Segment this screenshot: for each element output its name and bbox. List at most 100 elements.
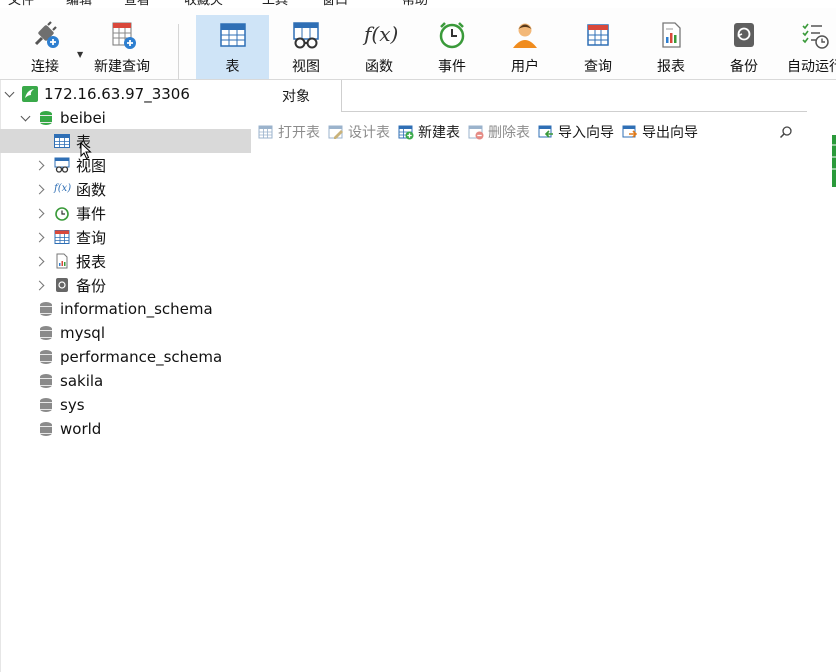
toolbar-separator [178, 24, 179, 80]
chevron-right-icon[interactable] [36, 159, 48, 171]
automation-checklist-icon [800, 20, 830, 50]
chevron-down-icon[interactable] [4, 88, 16, 100]
connect-dropdown-icon[interactable]: ▼ [77, 50, 83, 59]
tree-item-label: 事件 [76, 204, 107, 223]
tree-item-backups[interactable]: 备份 [36, 273, 106, 297]
tab-objects[interactable]: 对象 [251, 80, 342, 112]
chevron-right-icon[interactable] [36, 231, 48, 243]
menu-bar: 文件 编辑 查看 收藏夹 工具 窗口 帮助 [0, 0, 836, 8]
database-name: world [60, 420, 102, 438]
chevron-down-icon[interactable] [20, 112, 32, 124]
side-panel-handle-icon [832, 135, 836, 187]
database-name: beibei [60, 109, 106, 127]
object-tab-bar: 对象 [251, 80, 807, 112]
new-table-icon [398, 124, 414, 140]
function-fx-icon: f(x) [54, 181, 72, 197]
alarm-clock-icon [54, 205, 70, 221]
view-glasses-icon [291, 20, 321, 50]
new-table-label: 新建表 [418, 125, 460, 141]
object-toolbar: 打开表 设计表 新建表 删除表 导入向导 导出向导 [258, 120, 706, 144]
chevron-right-icon[interactable] [36, 183, 48, 195]
backup-icon [54, 277, 70, 293]
tree-item-label: 报表 [76, 252, 107, 271]
database-name: mysql [60, 324, 105, 342]
tree-db-world[interactable]: world [38, 417, 101, 441]
database-name: performance_schema [60, 348, 223, 366]
delete-table-label: 删除表 [488, 125, 530, 141]
function-fx-glyph: f(x) [54, 183, 72, 194]
export-wizard-label: 导出向导 [642, 125, 698, 141]
chevron-right-icon[interactable] [36, 279, 48, 291]
event-label: 事件 [438, 59, 466, 75]
menu-tools[interactable]: 工具 [262, 0, 288, 8]
view-label: 视图 [292, 59, 320, 75]
database-name: information_schema [60, 300, 213, 318]
connect-button[interactable]: 连接 [22, 15, 68, 79]
view-button[interactable]: 视图 [270, 15, 342, 79]
database-name: sys [60, 396, 85, 414]
menu-window[interactable]: 窗口 [322, 0, 348, 8]
database-icon [38, 373, 54, 389]
menu-edit[interactable]: 编辑 [66, 0, 92, 8]
design-table-button[interactable]: 设计表 [328, 122, 390, 142]
tree-item-views[interactable]: 视图 [36, 153, 106, 177]
new-query-icon [107, 20, 137, 50]
export-wizard-icon [622, 124, 638, 140]
backup-button[interactable]: 备份 [708, 15, 780, 79]
tree-db-mysql[interactable]: mysql [38, 321, 105, 345]
search-icon[interactable] [779, 125, 793, 139]
automation-button[interactable]: 自动运行 [781, 15, 836, 79]
connection-plug-icon [30, 20, 60, 50]
tree-item-tables[interactable]: 表 [0, 129, 251, 153]
user-icon [510, 20, 540, 50]
open-table-button[interactable]: 打开表 [258, 122, 320, 142]
tree-item-queries[interactable]: 查询 [36, 225, 106, 249]
database-icon [38, 325, 54, 341]
report-label: 报表 [657, 59, 685, 75]
database-icon [38, 110, 54, 126]
function-button[interactable]: f(x) 函数 [343, 15, 415, 79]
tree-db-sys[interactable]: sys [38, 393, 85, 417]
tree-item-label: 查询 [76, 228, 107, 247]
tree-db-performance-schema[interactable]: performance_schema [38, 345, 222, 369]
tree-item-functions[interactable]: f(x) 函数 [36, 177, 106, 201]
chevron-right-icon[interactable] [36, 207, 48, 219]
tree-db-sakila[interactable]: sakila [38, 369, 103, 393]
query-table-icon [54, 229, 70, 245]
export-wizard-button[interactable]: 导出向导 [622, 122, 698, 142]
function-label: 函数 [365, 59, 393, 75]
new-query-button[interactable]: 新建查询 [90, 15, 154, 79]
design-table-icon [328, 124, 344, 140]
report-icon [54, 253, 70, 269]
function-fx-glyph: f(x) [364, 22, 399, 46]
query-label: 查询 [584, 59, 612, 75]
menu-help[interactable]: 帮助 [402, 0, 428, 8]
tree-db-information-schema[interactable]: information_schema [38, 297, 213, 321]
menu-favorites[interactable]: 收藏夹 [184, 0, 223, 8]
tree-item-label: 备份 [76, 276, 107, 295]
connection-tree: 172.16.63.97_3306 beibei 表 视图 f(x) 函数 事件 [0, 80, 251, 672]
import-wizard-button[interactable]: 导入向导 [538, 122, 614, 142]
delete-table-icon [468, 124, 484, 140]
tab-label: 对象 [282, 89, 310, 105]
user-label: 用户 [511, 59, 539, 75]
database-name: sakila [60, 372, 104, 390]
menu-file[interactable]: 文件 [8, 0, 34, 8]
delete-table-button[interactable]: 删除表 [468, 122, 530, 142]
menu-view[interactable]: 查看 [124, 0, 150, 8]
tree-connection-node[interactable]: 172.16.63.97_3306 [4, 82, 190, 106]
table-button[interactable]: 表 [196, 15, 269, 79]
import-wizard-icon [538, 124, 554, 140]
open-table-label: 打开表 [278, 125, 320, 141]
user-button[interactable]: 用户 [489, 15, 561, 79]
query-table-icon [583, 20, 613, 50]
event-button[interactable]: 事件 [416, 15, 488, 79]
tree-database-node[interactable]: beibei [20, 106, 106, 130]
new-table-button[interactable]: 新建表 [398, 122, 460, 142]
query-button[interactable]: 查询 [562, 15, 634, 79]
tree-item-events[interactable]: 事件 [36, 201, 106, 225]
chevron-right-icon[interactable] [36, 255, 48, 267]
report-button[interactable]: 报表 [635, 15, 707, 79]
tree-item-reports[interactable]: 报表 [36, 249, 106, 273]
main-toolbar: 连接 ▼ 新建查询 表 视图 f(x) 函数 事件 用户 查询 报表 备份 自动… [0, 8, 836, 80]
